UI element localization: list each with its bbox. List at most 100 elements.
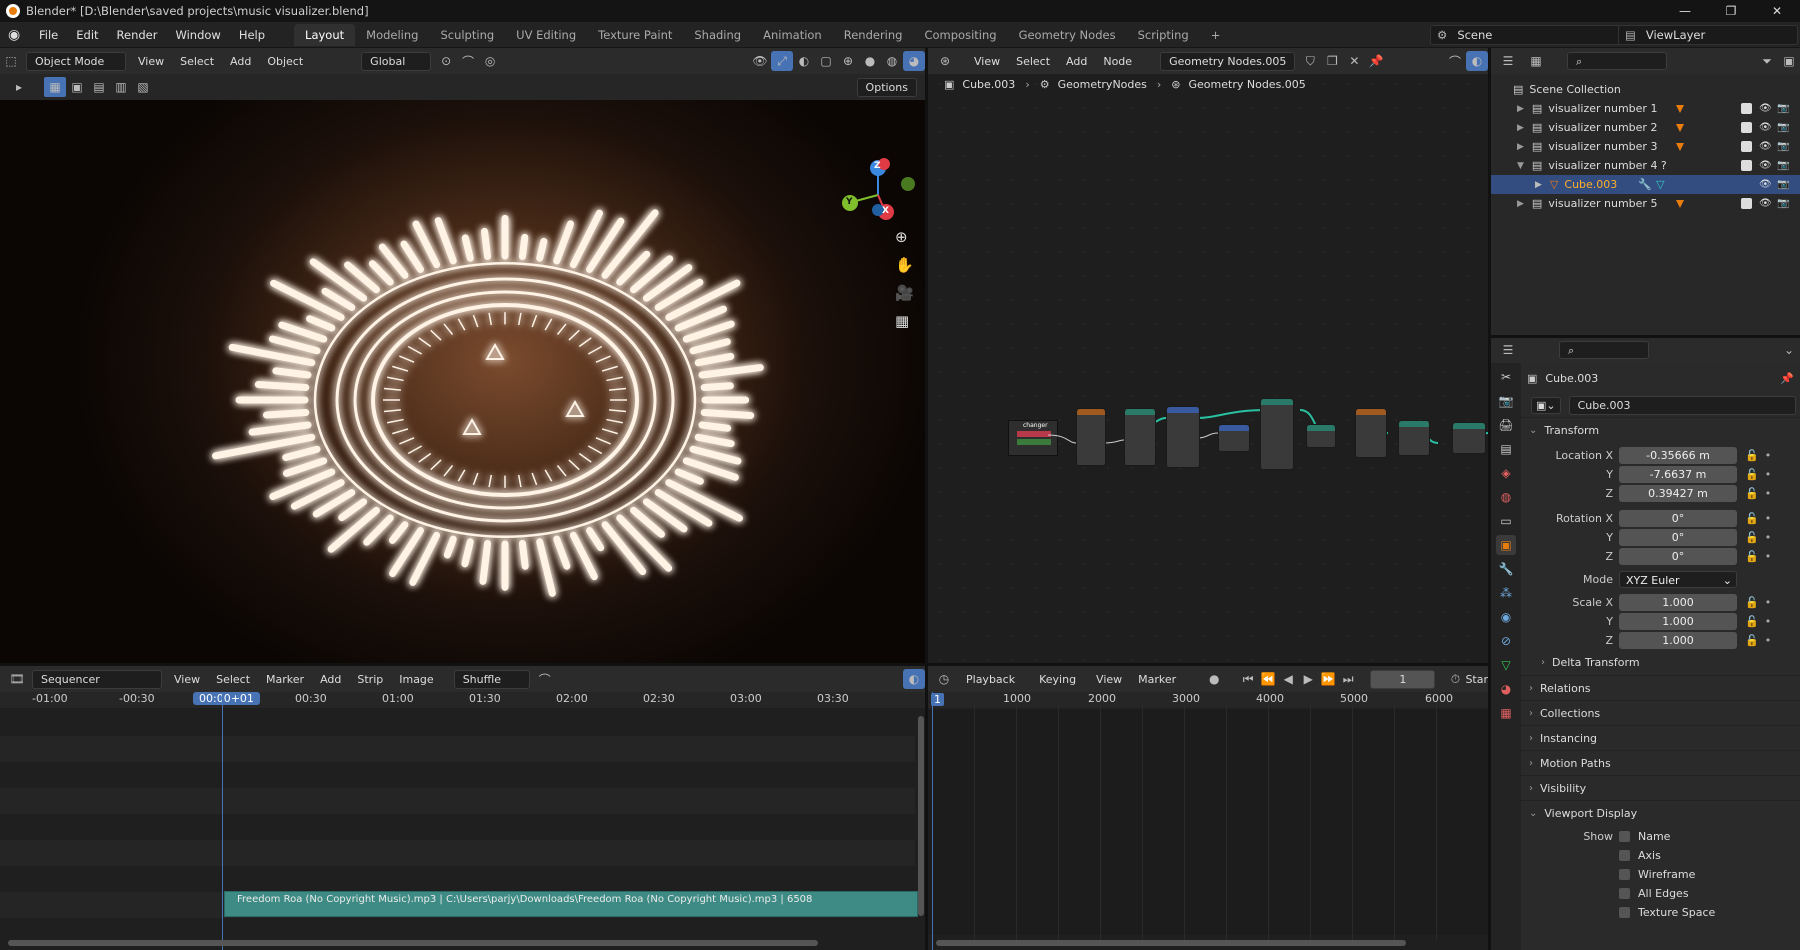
display-mode-icon[interactable]: ▦ xyxy=(1525,51,1547,71)
exclude-checkbox[interactable] xyxy=(1741,122,1752,133)
tool-settings-icon[interactable]: ▸ xyxy=(8,77,30,97)
eye-icon[interactable]: 👁 xyxy=(1759,179,1772,190)
tab-animation[interactable]: Animation xyxy=(752,24,833,46)
timeline-ruler[interactable]: 1 1000 2000 3000 4000 5000 6000 xyxy=(928,692,1488,708)
expand-arrow-icon[interactable]: ▶ xyxy=(1517,142,1524,152)
delta-transform-subpanel[interactable]: › Delta Transform xyxy=(1527,650,1800,675)
outliner-row-visualizer-1[interactable]: ▶ ▤ visualizer number 1 👁 📷 xyxy=(1491,99,1800,118)
pivot-icon[interactable]: ⊙ xyxy=(435,51,457,71)
visibility-panel-header[interactable]: › Visibility xyxy=(1515,775,1800,800)
rendered-shading-icon[interactable]: ◕ xyxy=(903,51,925,71)
outliner-search-input[interactable]: ⌕ xyxy=(1567,52,1667,70)
tab-texture-paint[interactable]: Texture Paint xyxy=(587,24,683,46)
jump-end-icon[interactable]: ⏭ xyxy=(1338,669,1358,689)
outliner-row-visualizer-5[interactable]: ▶ ▤ visualizer number 5 👁 📷 xyxy=(1491,194,1800,213)
xray-icon[interactable]: ▢ xyxy=(815,51,837,71)
graph-node[interactable] xyxy=(1218,424,1250,452)
zoom-icon[interactable]: ⊕ xyxy=(895,228,908,246)
timeline-horizontal-scrollbar[interactable] xyxy=(936,940,1406,946)
overlap-mode-dropdown[interactable]: Shuffle xyxy=(453,669,530,689)
scene-tab-icon[interactable]: ◈ xyxy=(1496,463,1516,483)
rotation-x-field[interactable]: 0° xyxy=(1619,510,1737,527)
outliner-row-visualizer-3[interactable]: ▶ ▤ visualizer number 3 👁 📷 xyxy=(1491,137,1800,156)
start-frame-label[interactable]: Star xyxy=(1465,673,1488,686)
keyframe-dot-icon[interactable]: • xyxy=(1765,596,1772,609)
keyframe-dot-icon[interactable]: • xyxy=(1765,449,1772,462)
select-extend-icon[interactable]: ▣ xyxy=(66,77,88,97)
visibility-icon[interactable]: 👁 xyxy=(749,51,771,71)
navigation-gizmo[interactable]: Z Y X xyxy=(838,158,918,228)
camera-icon[interactable]: 📷 xyxy=(1777,141,1789,152)
texture-tab-icon[interactable]: ▦ xyxy=(1496,703,1516,723)
audio-strip[interactable]: Freedom Roa (No Copyright Music).mp3 | C… xyxy=(224,891,918,917)
material-shading-icon[interactable]: ◍ xyxy=(881,51,903,71)
show-texture-space-checkbox[interactable] xyxy=(1619,907,1630,918)
select-intersect-icon[interactable]: ▧ xyxy=(132,77,154,97)
sequencer[interactable]: 🎞 Sequencer View Select Marker Add Strip… xyxy=(0,666,925,950)
keyframe-dot-icon[interactable]: • xyxy=(1765,512,1772,525)
tab-sculpting[interactable]: Sculpting xyxy=(429,24,505,46)
menu-render[interactable]: Render xyxy=(108,28,167,42)
graph-node[interactable] xyxy=(1124,408,1156,466)
scale-x-field[interactable]: 1.000 xyxy=(1619,594,1737,611)
motion-paths-panel-header[interactable]: › Motion Paths xyxy=(1515,750,1800,775)
eye-icon[interactable]: 👁 xyxy=(1759,160,1772,171)
expand-arrow-icon[interactable]: ▶ xyxy=(1517,104,1524,114)
perspective-grid-icon[interactable]: ▦ xyxy=(895,312,909,330)
outliner-row-cube-003[interactable]: ▶ ▽ Cube.003 🔧 ▽ 👁 📷 xyxy=(1491,175,1800,194)
show-axis-checkbox[interactable] xyxy=(1619,850,1630,861)
tab-rendering[interactable]: Rendering xyxy=(833,24,914,46)
tab-modeling[interactable]: Modeling xyxy=(355,24,429,46)
new-collection-icon[interactable]: ▣ xyxy=(1778,51,1800,71)
seq-menu-view[interactable]: View xyxy=(166,673,208,686)
overlay-icon[interactable]: ◐ xyxy=(793,51,815,71)
eye-icon[interactable]: 👁 xyxy=(1759,141,1772,152)
seq-menu-select[interactable]: Select xyxy=(208,673,258,686)
snap-icon[interactable]: ⌒ xyxy=(457,51,479,71)
play-icon[interactable]: ▶ xyxy=(1298,669,1318,689)
properties-editor-type-icon[interactable]: ☰ xyxy=(1497,340,1519,360)
collapse-arrow-icon[interactable]: ▼ xyxy=(1517,161,1524,171)
seq-menu-image[interactable]: Image xyxy=(391,673,441,686)
seq-overlay-icon[interactable]: ◐ xyxy=(903,669,925,689)
collections-panel-header[interactable]: › Collections xyxy=(1515,700,1800,725)
prev-keyframe-icon[interactable]: ⏪ xyxy=(1258,669,1278,689)
keyframe-dot-icon[interactable]: • xyxy=(1765,468,1772,481)
tool-tab-icon[interactable]: ✂ xyxy=(1496,367,1516,387)
3d-viewport[interactable]: ⬚ Object Mode View Select Add Object Glo… xyxy=(0,48,925,666)
camera-icon[interactable]: 📷 xyxy=(1777,103,1789,114)
proportional-edit-icon[interactable]: ◎ xyxy=(479,51,501,71)
show-wireframe-checkbox[interactable] xyxy=(1619,869,1630,880)
rotation-z-field[interactable]: 0° xyxy=(1619,548,1737,565)
transform-panel-header[interactable]: ⌄ Transform xyxy=(1515,417,1800,442)
timeline-tracks[interactable] xyxy=(928,710,1488,935)
data-tab-icon[interactable]: ▽ xyxy=(1496,655,1516,675)
close-button[interactable]: ✕ xyxy=(1754,0,1800,22)
record-icon[interactable]: ● xyxy=(1204,669,1224,689)
scene-collection-row[interactable]: ▤ Scene Collection xyxy=(1491,80,1800,99)
output-tab-icon[interactable]: 🖨 xyxy=(1496,415,1516,435)
minimize-button[interactable]: — xyxy=(1662,0,1708,22)
exclude-checkbox[interactable] xyxy=(1741,160,1752,171)
object-tab-icon[interactable]: ▣ xyxy=(1496,535,1516,555)
show-name-checkbox[interactable] xyxy=(1619,831,1630,842)
lock-icon[interactable]: 🔓 xyxy=(1745,550,1759,563)
outliner-row-visualizer-2[interactable]: ▶ ▤ visualizer number 2 👁 📷 xyxy=(1491,118,1800,137)
blender-menu-icon[interactable]: ◉ xyxy=(8,27,24,43)
horizontal-scrollbar[interactable] xyxy=(8,940,818,946)
viewport-menu-view[interactable]: View xyxy=(130,55,172,68)
seq-menu-marker[interactable]: Marker xyxy=(258,673,312,686)
outliner-row-visualizer-4[interactable]: ▼ ▤ visualizer number 4 ? 👁 📷 xyxy=(1491,156,1800,175)
lock-icon[interactable]: 🔓 xyxy=(1745,615,1759,628)
seq-menu-add[interactable]: Add xyxy=(312,673,349,686)
sequencer-view-type-dropdown[interactable]: Sequencer xyxy=(32,669,162,689)
jump-start-icon[interactable]: ⏮ xyxy=(1238,669,1258,689)
current-time-indicator[interactable]: 00:00+01 xyxy=(193,692,260,705)
world-tab-icon[interactable]: ◍ xyxy=(1496,487,1516,507)
graph-node[interactable] xyxy=(1260,398,1294,470)
keyframe-dot-icon[interactable]: • xyxy=(1765,531,1772,544)
viewport-menu-add[interactable]: Add xyxy=(222,55,259,68)
scale-z-field[interactable]: 1.000 xyxy=(1619,632,1737,649)
graph-node[interactable] xyxy=(1355,408,1387,458)
options-dropdown[interactable]: Options xyxy=(856,77,917,97)
